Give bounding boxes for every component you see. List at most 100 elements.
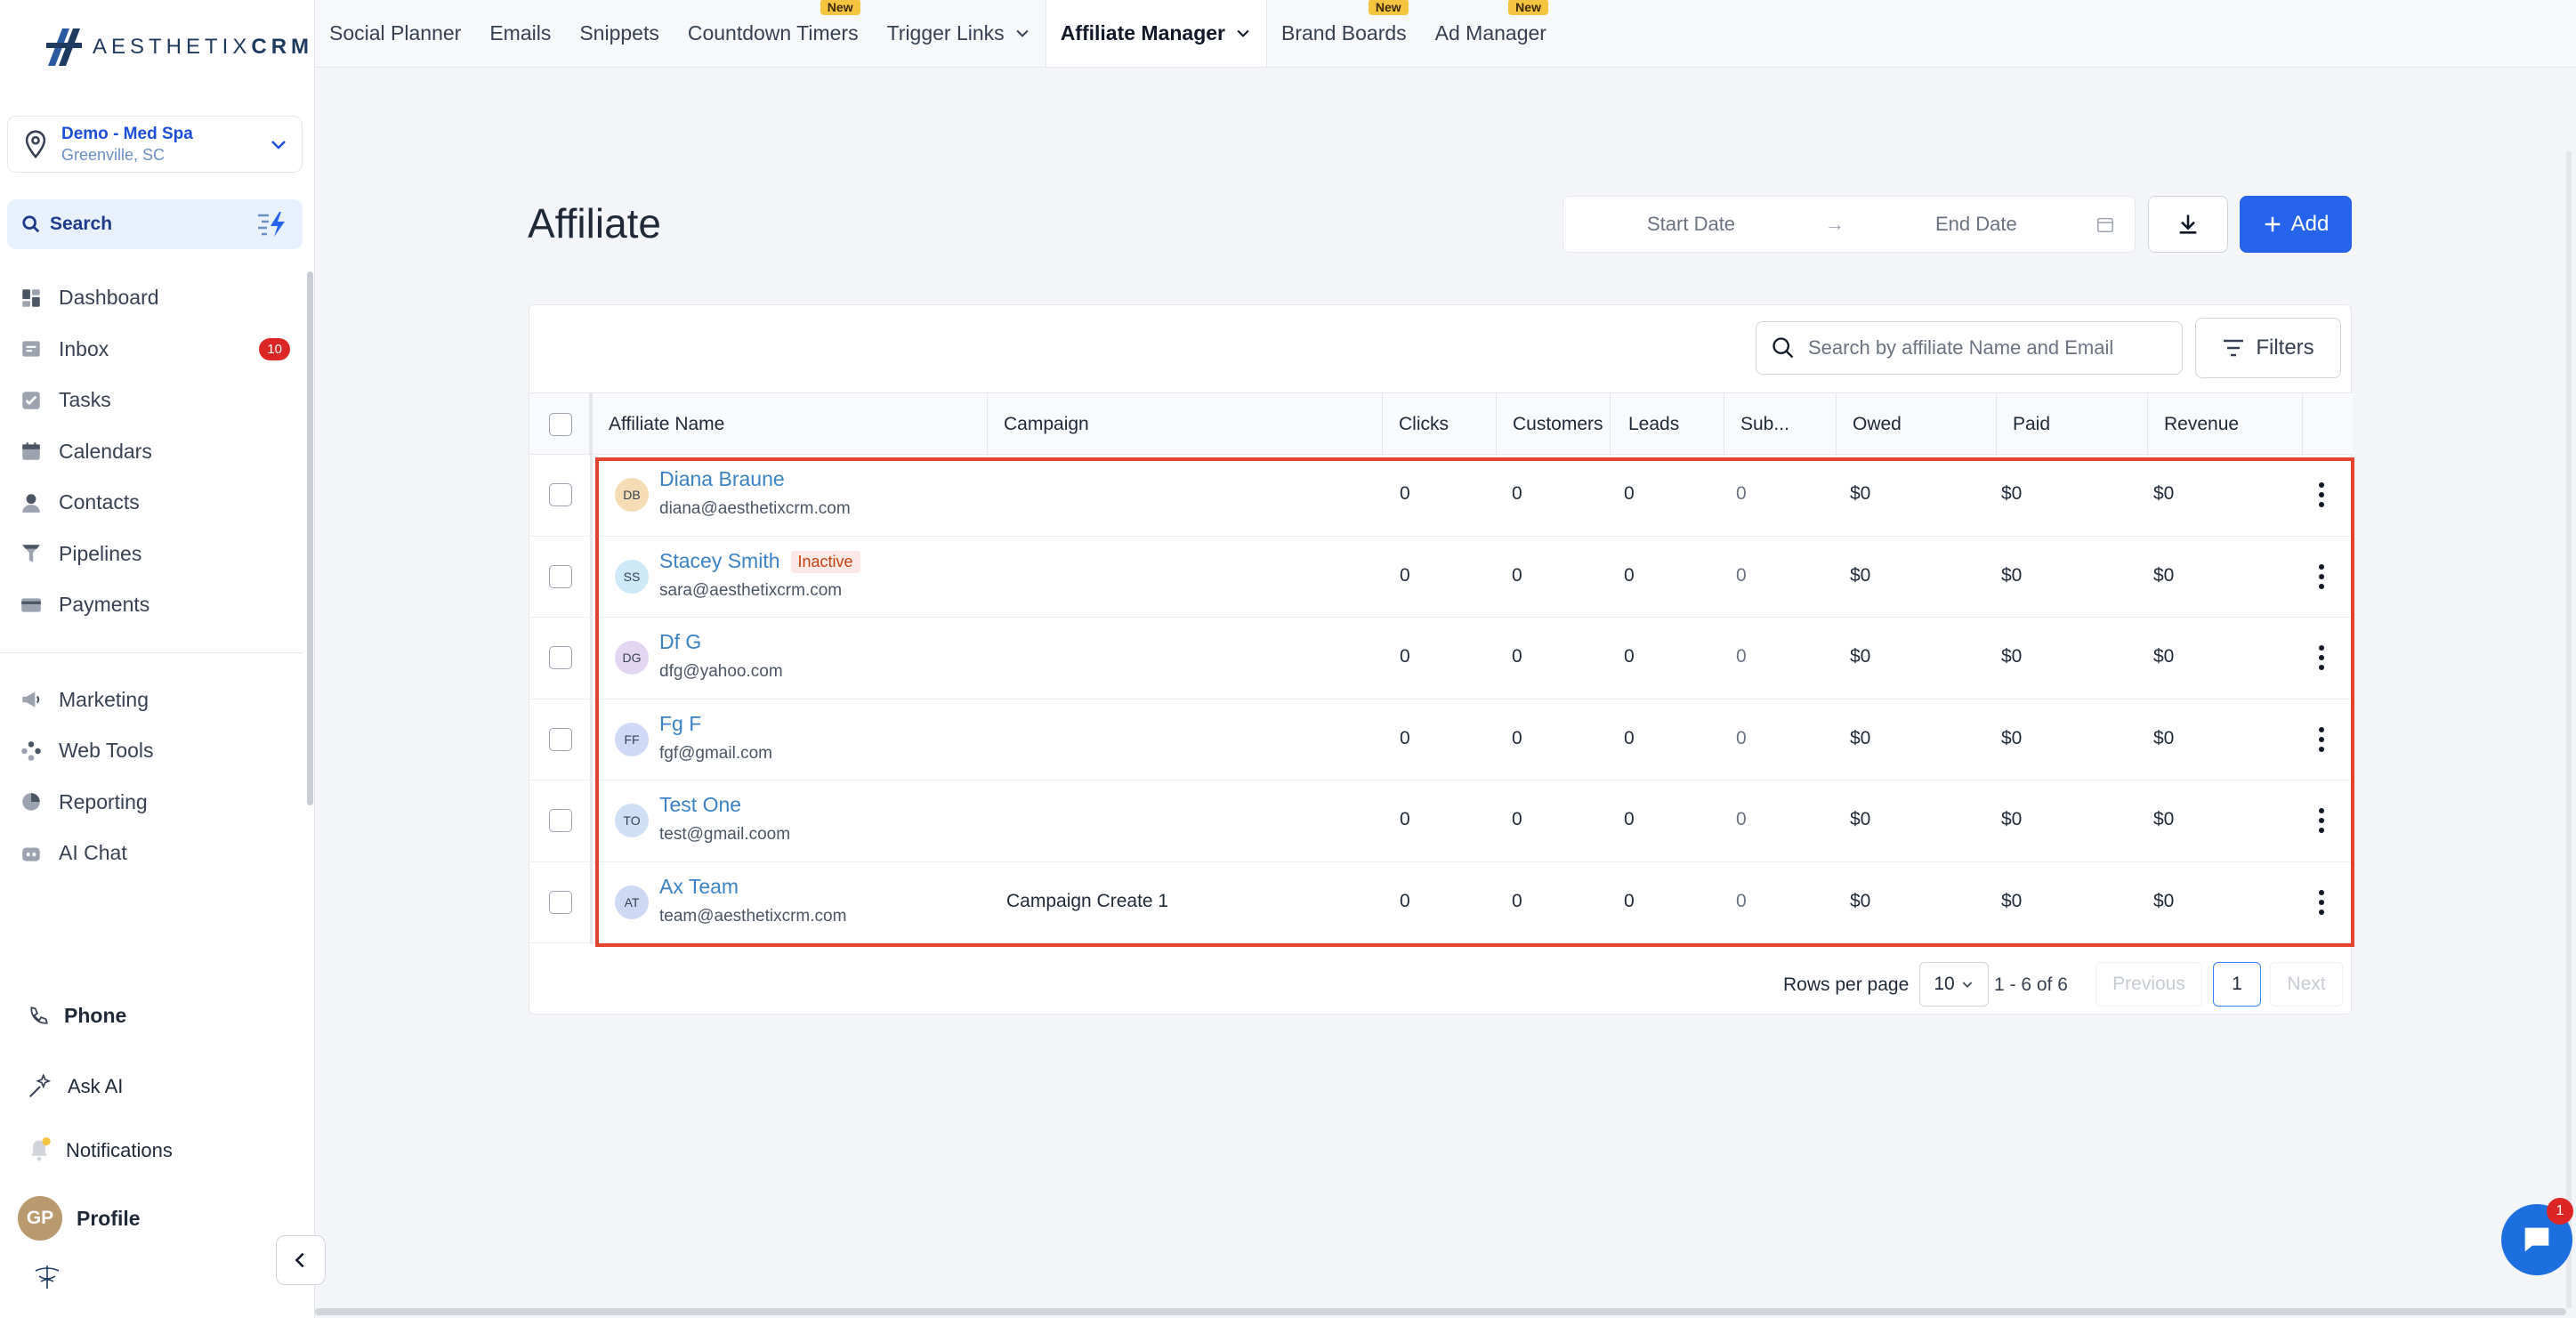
affiliate-email: team@aesthetixcrm.com	[659, 906, 847, 926]
select-all-checkbox[interactable]	[549, 413, 572, 436]
col-customers[interactable]: Customers	[1497, 393, 1611, 456]
more-options-icon[interactable]	[2316, 724, 2327, 755]
robot-icon	[20, 842, 43, 865]
tab-countdown-timers[interactable]: Countdown Timers New	[674, 0, 873, 67]
revenue-cell: $0	[2153, 483, 2175, 504]
campaign-cell: Campaign Create 1	[1006, 890, 1169, 911]
row-checkbox[interactable]	[549, 809, 572, 832]
sidebar-item-inbox[interactable]: Inbox 10	[0, 324, 303, 376]
row-checkbox[interactable]	[549, 727, 572, 751]
more-options-icon[interactable]	[2316, 562, 2327, 592]
leads-cell: 0	[1624, 564, 1635, 586]
logo-text: AESTHETIXCRM	[93, 35, 314, 59]
clicks-cell: 0	[1400, 646, 1410, 667]
sidebar-item-marketing[interactable]: Marketing	[0, 675, 303, 726]
col-paid[interactable]: Paid	[1997, 393, 2148, 456]
clicks-cell: 0	[1400, 564, 1410, 586]
chat-icon	[2524, 1227, 2549, 1252]
sidebar-notifications[interactable]: Notifications	[27, 1137, 173, 1164]
table-row[interactable]: SS Stacey Smith Inactive sara@aesthetixcr…	[529, 537, 2353, 618]
sidebar-item-calendars[interactable]: Calendars	[0, 426, 303, 478]
owed-cell: $0	[1850, 727, 1871, 748]
sidebar: AESTHETIXCRM Demo - Med Spa Greenville, …	[0, 0, 326, 1318]
affiliate-name-link[interactable]: Stacey Smith Inactive	[659, 549, 860, 573]
col-clicks[interactable]: Clicks	[1383, 393, 1497, 456]
sidebar-scrollbar[interactable]	[307, 271, 313, 805]
table-row[interactable]: DG Df G dfg@yahoo.com 0 0 0 0 $0 $0 $0	[529, 618, 2353, 699]
paid-cell: $0	[2001, 890, 2023, 911]
new-tag: New	[1508, 0, 1548, 15]
table-row[interactable]: DB Diana Braune diana@aesthetixcrm.com 0…	[529, 455, 2353, 537]
table-row[interactable]: AT Ax Team team@aesthetixcrm.com Campaig…	[529, 862, 2353, 943]
collapse-sidebar-button[interactable]	[276, 1235, 326, 1285]
next-page-button[interactable]: Next	[2270, 962, 2343, 1007]
sidebar-phone[interactable]: Phone	[27, 1004, 126, 1028]
revenue-cell: $0	[2153, 646, 2175, 667]
row-checkbox[interactable]	[549, 890, 572, 914]
col-revenue[interactable]: Revenue	[2148, 393, 2303, 456]
tab-social-planner[interactable]: Social Planner	[315, 0, 475, 67]
download-button[interactable]	[2148, 196, 2228, 253]
affiliate-name-link[interactable]: Ax Team	[659, 875, 739, 899]
more-options-icon[interactable]	[2316, 887, 2327, 918]
avatar: DB	[615, 478, 649, 512]
sidebar-item-dashboard[interactable]: Dashboard	[0, 272, 303, 324]
search-label: Search	[50, 214, 113, 234]
affiliate-name-link[interactable]: Fg F	[659, 712, 701, 736]
sidebar-item-web-tools[interactable]: Web Tools	[0, 725, 303, 777]
tab-brand-boards[interactable]: Brand Boards New	[1267, 0, 1421, 67]
leads-cell: 0	[1624, 646, 1635, 667]
row-checkbox[interactable]	[549, 483, 572, 506]
page-scrollbar[interactable]	[2566, 151, 2572, 1308]
col-subscriptions[interactable]: Sub...	[1724, 393, 1837, 456]
sidebar-item-pipelines[interactable]: Pipelines	[0, 529, 303, 580]
avatar: AT	[615, 885, 649, 919]
filters-button[interactable]: Filters	[2195, 318, 2341, 378]
quick-actions-icon[interactable]	[256, 210, 288, 239]
col-owed[interactable]: Owed	[1837, 393, 1997, 456]
tab-trigger-links[interactable]: Trigger Links	[873, 0, 1046, 67]
sidebar-item-reporting[interactable]: Reporting	[0, 777, 303, 829]
sidebar-profile[interactable]: GP Profile	[18, 1196, 141, 1241]
clicks-cell: 0	[1400, 809, 1410, 829]
table-row[interactable]: FF Fg F fgf@gmail.com 0 0 0 0 $0 $0 $0	[529, 699, 2353, 780]
more-options-icon[interactable]	[2316, 480, 2327, 510]
rows-per-page-select[interactable]: 10	[1919, 962, 1989, 1007]
brand-logo[interactable]: AESTHETIXCRM	[44, 25, 313, 69]
tab-label: Ad Manager	[1434, 20, 1546, 44]
end-date-input[interactable]: End Date	[1935, 213, 2017, 236]
sidebar-item-ai-chat[interactable]: AI Chat	[0, 828, 303, 879]
date-range-picker[interactable]: Start Date → End Date	[1563, 196, 2136, 253]
owed-cell: $0	[1850, 890, 1871, 911]
row-checkbox[interactable]	[549, 564, 572, 588]
tab-affiliate-manager[interactable]: Affiliate Manager	[1045, 0, 1268, 67]
sidebar-search[interactable]: Search	[7, 199, 303, 249]
table-row[interactable]: TO Test One test@gmail.coom 0 0 0 0 $0 $…	[529, 780, 2353, 862]
start-date-input[interactable]: Start Date	[1647, 213, 1735, 236]
page-1-button[interactable]: 1	[2213, 962, 2261, 1007]
col-leads[interactable]: Leads	[1611, 393, 1724, 456]
add-affiliate-button[interactable]: Add	[2240, 196, 2352, 253]
tab-snippets[interactable]: Snippets	[565, 0, 674, 67]
more-options-icon[interactable]	[2316, 643, 2327, 673]
affiliate-name-link[interactable]: Diana Braune	[659, 467, 785, 491]
sidebar-item-tasks[interactable]: Tasks	[0, 375, 303, 426]
location-switcher[interactable]: Demo - Med Spa Greenville, SC	[7, 116, 303, 173]
sidebar-ask-ai[interactable]: Ask AI	[27, 1073, 123, 1100]
logo-icon	[46, 28, 82, 66]
sidebar-item-contacts[interactable]: Contacts	[0, 477, 303, 529]
affiliate-search-input[interactable]: Search by affiliate Name and Email	[1756, 321, 2183, 375]
affiliate-name-link[interactable]: Df G	[659, 630, 701, 654]
affiliate-name-link[interactable]: Test One	[659, 793, 741, 817]
previous-page-button[interactable]: Previous	[2096, 962, 2202, 1007]
row-checkbox[interactable]	[549, 646, 572, 669]
tab-ad-manager[interactable]: Ad Manager New	[1421, 0, 1561, 67]
paid-cell: $0	[2001, 483, 2023, 504]
tab-emails[interactable]: Emails	[475, 0, 565, 67]
more-options-icon[interactable]	[2316, 805, 2327, 836]
col-campaign[interactable]: Campaign	[988, 393, 1383, 456]
sidebar-item-payments[interactable]: Payments	[0, 579, 303, 631]
horizontal-scrollbar[interactable]	[315, 1308, 2566, 1315]
sidebar-item-label: Dashboard	[59, 286, 159, 310]
col-affiliate-name[interactable]: Affiliate Name	[593, 393, 988, 456]
